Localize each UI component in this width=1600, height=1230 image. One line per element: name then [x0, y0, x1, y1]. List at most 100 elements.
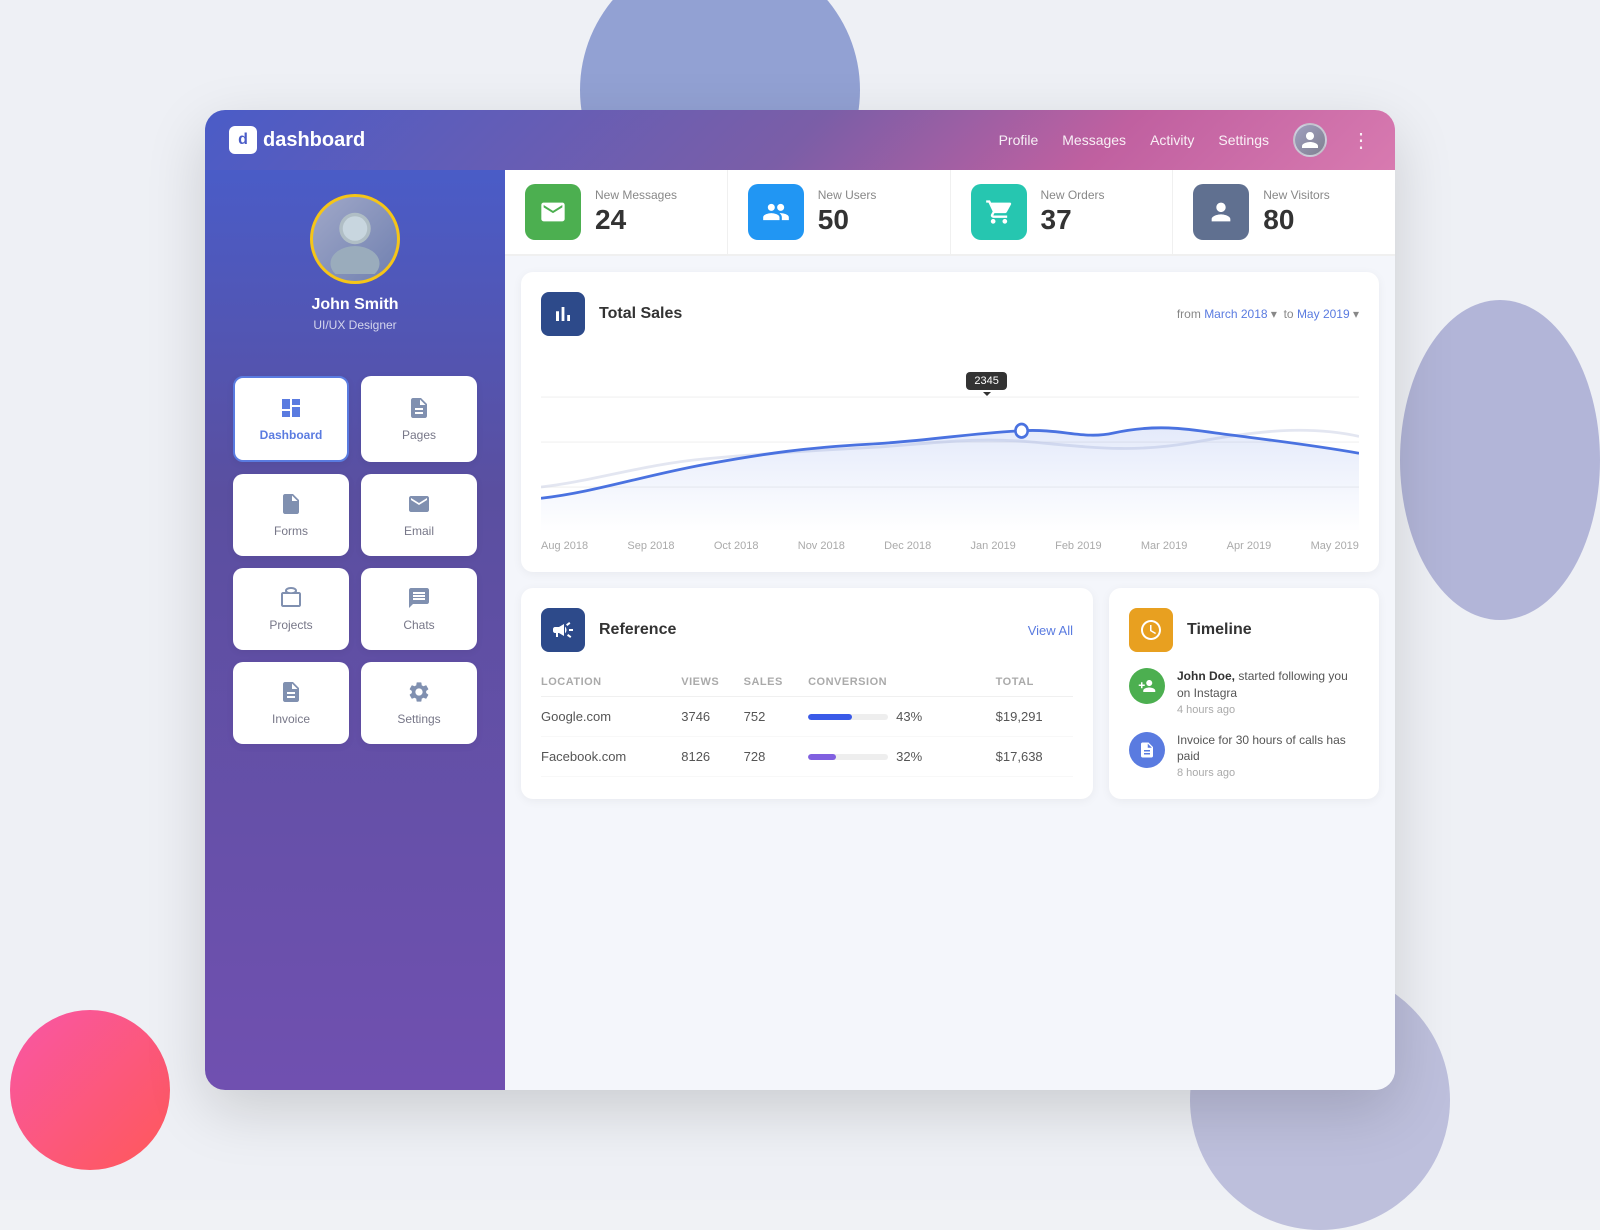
document-icon	[1138, 741, 1156, 759]
progress-fill-row0	[808, 714, 852, 720]
reference-table: LOCATION VIEWS SALES CONVERSION TOTAL	[541, 668, 1073, 777]
x-label-9: May 2019	[1311, 540, 1359, 552]
dashboard-icon	[279, 396, 303, 420]
stat-card-messages: New Messages 24	[505, 170, 728, 254]
nav-label-chats: Chats	[403, 618, 434, 632]
date-from[interactable]: March 2018	[1204, 307, 1267, 321]
nav-profile[interactable]: Profile	[999, 132, 1039, 148]
x-label-8: Apr 2019	[1227, 540, 1272, 552]
col-views: VIEWS	[681, 668, 743, 697]
date-range: from March 2018 ▾ to May 2019 ▾	[1177, 307, 1359, 321]
stat-info-orders: New Orders 37	[1041, 188, 1105, 236]
stat-label-orders: New Orders	[1041, 188, 1105, 202]
reference-header: Reference View All	[541, 608, 1073, 652]
timeline-icon-0	[1129, 668, 1165, 704]
col-location: LOCATION	[541, 668, 681, 697]
stat-value-orders: 37	[1041, 204, 1105, 236]
timeline-author-0: John Doe,	[1177, 669, 1235, 683]
x-label-4: Dec 2018	[884, 540, 931, 552]
x-label-3: Nov 2018	[798, 540, 845, 552]
timeline-text-0: John Doe, started following you on Insta…	[1177, 668, 1359, 716]
timeline-header: Timeline	[1129, 608, 1359, 652]
dashboard: d dashboard Profile Messages Activity Se…	[205, 110, 1395, 1090]
timeline-icon-box	[1129, 608, 1173, 652]
col-conversion: CONVERSION	[808, 668, 996, 697]
logo-icon: d	[229, 126, 257, 154]
progress-bar-row1	[808, 754, 888, 760]
nav-label-settings: Settings	[397, 712, 440, 726]
table-row: Google.com 3746 752	[541, 697, 1073, 737]
date-to[interactable]: May 2019	[1297, 307, 1350, 321]
nav-item-dashboard[interactable]: Dashboard	[233, 376, 349, 462]
col-sales: SALES	[744, 668, 808, 697]
content-panels: Total Sales from March 2018 ▾ to May 201…	[505, 256, 1395, 1090]
profile-role: UI/UX Designer	[313, 318, 396, 332]
timeline-icon-1	[1129, 732, 1165, 768]
chats-icon	[407, 586, 431, 610]
stat-value-messages: 24	[595, 204, 677, 236]
nav-item-invoice[interactable]: Invoice	[233, 662, 349, 744]
pages-icon	[407, 396, 431, 420]
profile-name: John Smith	[311, 296, 398, 314]
x-label-6: Feb 2019	[1055, 540, 1101, 552]
projects-icon	[279, 586, 303, 610]
row1-total: $17,638	[996, 737, 1073, 777]
app-title: dashboard	[263, 129, 365, 152]
timeline-item-0: John Doe, started following you on Insta…	[1129, 668, 1359, 716]
email-icon	[407, 492, 431, 516]
timeline-text-1: Invoice for 30 hours of calls has paid 8…	[1177, 732, 1359, 780]
stat-info-users: New Users 50	[818, 188, 877, 236]
nav-grid-area: Dashboard Pages Forms	[205, 348, 505, 1090]
nav-item-chats[interactable]: Chats	[361, 568, 477, 650]
x-label-0: Aug 2018	[541, 540, 588, 552]
chart-tooltip: 2345	[966, 372, 1006, 390]
user-avatar-large	[310, 194, 400, 284]
right-panel: New Messages 24 New Users 50	[505, 170, 1395, 1090]
user-avatar-header[interactable]	[1293, 123, 1327, 157]
logo: d dashboard	[229, 126, 365, 154]
row1-views: 8126	[681, 737, 743, 777]
forms-icon	[279, 492, 303, 516]
row0-location: Google.com	[541, 697, 681, 737]
row1-conversion: 32%	[896, 749, 922, 764]
nav-label-dashboard: Dashboard	[260, 428, 323, 442]
nav-label-pages: Pages	[402, 428, 436, 442]
settings-icon	[407, 680, 431, 704]
nav-label-projects: Projects	[269, 618, 312, 632]
timeline-item-1: Invoice for 30 hours of calls has paid 8…	[1129, 732, 1359, 780]
nav-messages[interactable]: Messages	[1062, 132, 1126, 148]
nav-item-settings[interactable]: Settings	[361, 662, 477, 744]
stat-label-users: New Users	[818, 188, 877, 202]
nav-item-pages[interactable]: Pages	[361, 376, 477, 462]
row0-conversion: 43%	[896, 709, 922, 724]
nav-label-forms: Forms	[274, 524, 308, 538]
nav-item-forms[interactable]: Forms	[233, 474, 349, 556]
stat-card-visitors: New Visitors 80	[1173, 170, 1395, 254]
nav-item-projects[interactable]: Projects	[233, 568, 349, 650]
nav-activity[interactable]: Activity	[1150, 132, 1194, 148]
row0-sales: 752	[744, 697, 808, 737]
main-body: John Smith UI/UX Designer Dashboard	[205, 170, 1395, 1090]
timeline-section: Timeline	[1109, 588, 1379, 799]
row0-conversion-cell: 43%	[808, 697, 996, 737]
nav-item-email[interactable]: Email	[361, 474, 477, 556]
nav-settings[interactable]: Settings	[1218, 132, 1269, 148]
stats-strip: New Messages 24 New Users 50	[505, 170, 1395, 256]
user-plus-icon	[1138, 677, 1156, 695]
chart-area: 2345	[541, 352, 1359, 532]
timeline-time-1: 8 hours ago	[1177, 767, 1359, 779]
view-all-link[interactable]: View All	[1028, 623, 1073, 638]
row0-total: $19,291	[996, 697, 1073, 737]
header-nav: Profile Messages Activity Settings ⋮	[999, 123, 1371, 157]
stat-card-users: New Users 50	[728, 170, 951, 254]
chart-section: Total Sales from March 2018 ▾ to May 201…	[521, 272, 1379, 572]
header: d dashboard Profile Messages Activity Se…	[205, 110, 1395, 170]
users-icon	[762, 198, 790, 226]
left-panel: John Smith UI/UX Designer Dashboard	[205, 170, 505, 1090]
row1-location: Facebook.com	[541, 737, 681, 777]
more-icon[interactable]: ⋮	[1351, 128, 1371, 153]
table-header-row: LOCATION VIEWS SALES CONVERSION TOTAL	[541, 668, 1073, 697]
avatar-image	[320, 204, 390, 274]
stat-value-users: 50	[818, 204, 877, 236]
page-wrapper: d dashboard Profile Messages Activity Se…	[0, 0, 1600, 1200]
